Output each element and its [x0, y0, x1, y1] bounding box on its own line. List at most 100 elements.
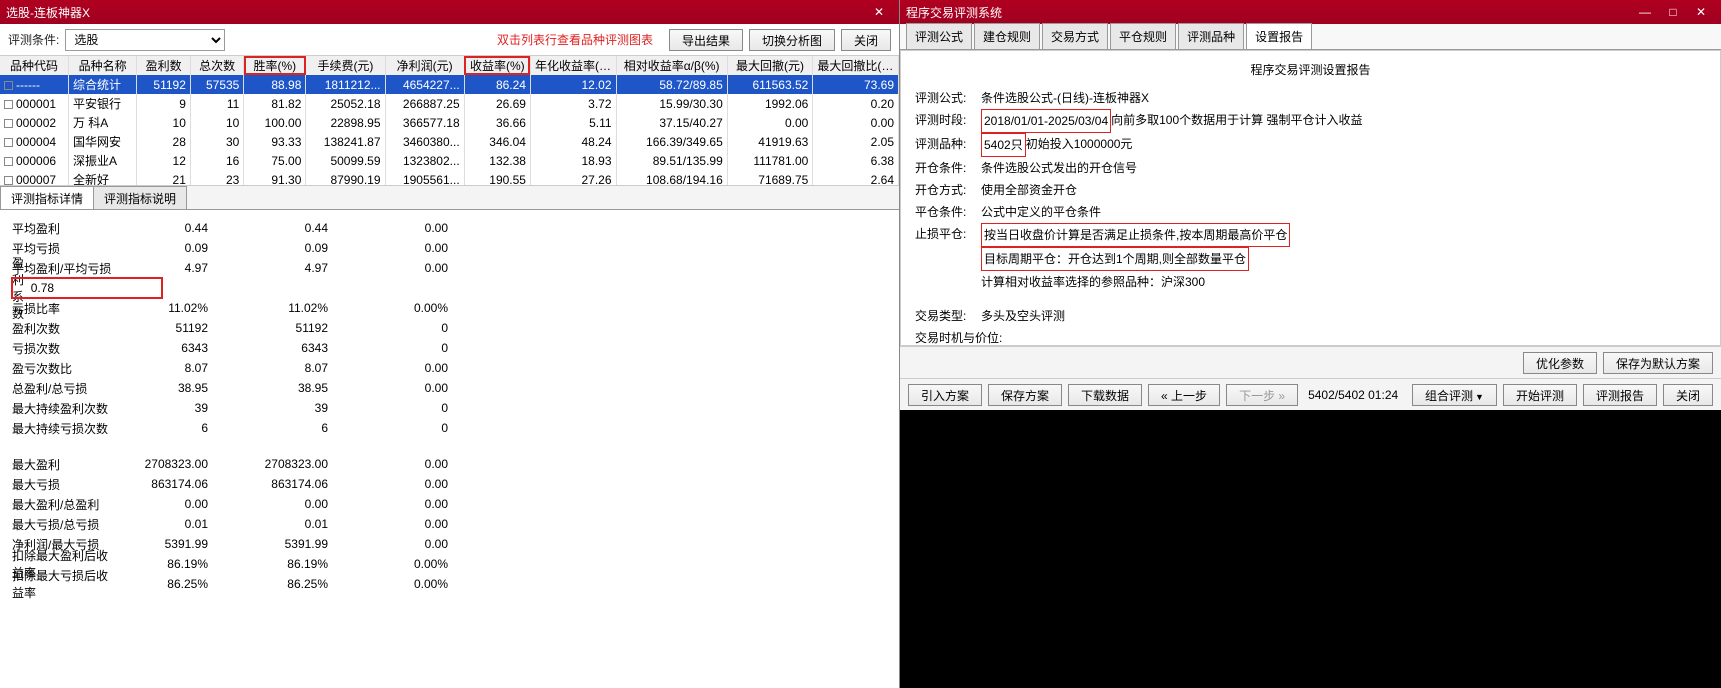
stock-col-0[interactable]: 品种代码: [0, 56, 68, 75]
left-toolbar: 评测条件: 选股 双击列表行查看品种评测图表 导出结果 切换分析图 关闭: [0, 24, 899, 56]
stock-col-3[interactable]: 总次数: [190, 56, 243, 75]
chevron-down-icon: ▼: [1475, 392, 1484, 402]
condition-label: 评测条件:: [8, 31, 59, 48]
stop-box-1: 按当日收盘价计算是否满足止损条件,按本周期最高价平仓: [981, 223, 1290, 247]
formula-label: 评测公式:: [915, 87, 981, 109]
switch-chart-button[interactable]: 切换分析图: [749, 29, 835, 51]
metrics-row: 最大盈利2708323.002708323.000.00: [12, 454, 887, 474]
stock-col-10[interactable]: 最大回撤(元): [727, 56, 813, 75]
report-tab-4[interactable]: 评测品种: [1178, 23, 1244, 49]
stock-col-8[interactable]: 年化收益率(%): [530, 56, 616, 75]
stock-col-9[interactable]: 相对收益率α/β(%): [616, 56, 727, 75]
close-cond-label: 平仓条件:: [915, 201, 981, 223]
export-button[interactable]: 导出结果: [669, 29, 743, 51]
save-default-button[interactable]: 保存为默认方案: [1603, 352, 1713, 374]
tab-metrics-desc[interactable]: 评测指标说明: [93, 186, 187, 209]
start-eval-button[interactable]: 开始评测: [1503, 384, 1577, 406]
right-close-icon[interactable]: ✕: [1687, 2, 1715, 22]
open-cond-value: 条件选股公式发出的开仓信号: [981, 157, 1137, 179]
metrics-row: 最大持续盈利次数39390: [12, 398, 887, 418]
metrics-row: 亏损比率11.02%11.02%0.00%: [12, 298, 887, 318]
metrics-row: 盈利系数0.78: [12, 278, 162, 298]
stock-col-11[interactable]: 最大回撤比(%): [813, 56, 899, 75]
metrics-row: 亏损次数634363430: [12, 338, 887, 358]
metrics-row: 最大盈利/总盈利0.000.000.00: [12, 494, 887, 514]
eval-report-button[interactable]: 评测报告: [1583, 384, 1657, 406]
left-window-title: 选股-连板神器X: [6, 4, 90, 21]
combo-eval-button[interactable]: 组合评测▼: [1412, 384, 1497, 406]
metrics-row: 盈利次数51192511920: [12, 318, 887, 338]
report-tab-1[interactable]: 建仓规则: [974, 23, 1040, 49]
metrics-row: 最大持续亏损次数660: [12, 418, 887, 438]
rel-value: 计算相对收益率选择的参照品种：沪深300: [981, 271, 1205, 293]
report-tab-0[interactable]: 评测公式: [906, 23, 972, 49]
metrics-row: 平均亏损0.090.090.00: [12, 238, 887, 258]
table-row[interactable]: 000004国华网安283093.33138241.873460380...34…: [0, 132, 899, 151]
tab-metrics-detail[interactable]: 评测指标详情: [0, 186, 94, 209]
stock-table-container: 品种代码品种名称盈利数总次数胜率(%)手续费(元)净利润(元)收益率(%)年化收…: [0, 56, 899, 186]
table-row[interactable]: 000007全新好212391.3087990.191905561...190.…: [0, 170, 899, 186]
left-close-icon[interactable]: ✕: [865, 2, 893, 22]
bottom-toolbar: 引入方案 保存方案 下载数据 « 上一步 下一步 » 5402/5402 01:…: [900, 378, 1721, 410]
progress-text: 5402/5402 01:24: [1308, 388, 1398, 402]
condition-select[interactable]: 选股: [65, 29, 225, 51]
report-actions-row: 优化参数 保存为默认方案: [900, 346, 1721, 378]
maximize-icon[interactable]: □: [1659, 2, 1687, 22]
metrics-row: 最大亏损863174.06863174.060.00: [12, 474, 887, 494]
variety-label: 评测品种:: [915, 133, 981, 157]
download-data-button[interactable]: 下载数据: [1068, 384, 1142, 406]
report-title: 程序交易评测设置报告: [915, 59, 1706, 81]
close-cond-value: 公式中定义的平仓条件: [981, 201, 1101, 223]
metrics-row: 扣除最大盈利后收益率86.19%86.19%0.00%: [12, 554, 887, 574]
metrics-row: 扣除最大亏损后收益率86.25%86.25%0.00%: [12, 574, 887, 594]
report-tab-3[interactable]: 平仓规则: [1110, 23, 1176, 49]
table-row[interactable]: 000002万 科A1010100.0022898.95366577.1836.…: [0, 113, 899, 132]
left-titlebar: 选股-连板神器X ✕: [0, 0, 899, 24]
metrics-row: 盈亏次数比8.078.070.00: [12, 358, 887, 378]
metrics-row: 最大亏损/总亏损0.010.010.00: [12, 514, 887, 534]
type-value: 多头及空头评测: [981, 305, 1065, 327]
optimize-button[interactable]: 优化参数: [1523, 352, 1597, 374]
table-row[interactable]: ------综合统计511925753588.981811212...46542…: [0, 75, 899, 94]
metrics-tabs: 评测指标详情 评测指标说明: [0, 186, 899, 210]
variety-box: 5402只: [981, 133, 1026, 157]
report-tabs: 评测公式建仓规则交易方式平仓规则评测品种设置报告: [900, 24, 1721, 50]
open-mode-value: 使用全部资金开仓: [981, 179, 1077, 201]
stock-col-5[interactable]: 手续费(元): [306, 56, 385, 75]
stock-col-7[interactable]: 收益率(%): [464, 56, 530, 75]
report-tab-2[interactable]: 交易方式: [1042, 23, 1108, 49]
stock-col-1[interactable]: 品种名称: [68, 56, 136, 75]
open-cond-label: 开仓条件:: [915, 157, 981, 179]
type-label: 交易类型:: [915, 305, 981, 327]
right-window-title: 程序交易评测系统: [906, 4, 1002, 21]
open-mode-label: 开仓方式:: [915, 179, 981, 201]
right-titlebar: 程序交易评测系统 — □ ✕: [900, 0, 1721, 24]
stop-label: 止损平仓:: [915, 223, 981, 247]
timing-label: 交易时机与价位:: [915, 327, 1002, 346]
minimize-icon[interactable]: —: [1631, 2, 1659, 22]
stock-table[interactable]: 品种代码品种名称盈利数总次数胜率(%)手续费(元)净利润(元)收益率(%)年化收…: [0, 56, 899, 186]
stock-col-4[interactable]: 胜率(%): [244, 56, 306, 75]
stop-box-2: 目标周期平仓：开仓达到1个周期,则全部数量平仓: [981, 247, 1249, 271]
period-box: 2018/01/01-2025/03/04: [981, 109, 1111, 133]
metrics-panel: 平均盈利0.440.440.00平均亏损0.090.090.00平均盈利/平均亏…: [0, 210, 899, 688]
save-plan-button[interactable]: 保存方案: [988, 384, 1062, 406]
metrics-row: 净利润/最大亏损5391.995391.990.00: [12, 534, 887, 554]
stock-col-6[interactable]: 净利润(元): [385, 56, 464, 75]
stock-col-2[interactable]: 盈利数: [137, 56, 190, 75]
metrics-row: 平均盈利/平均亏损4.974.970.00: [12, 258, 887, 278]
table-row[interactable]: 000001平安银行91181.8225052.18266887.2526.69…: [0, 94, 899, 113]
report-tab-5[interactable]: 设置报告: [1246, 23, 1312, 49]
import-plan-button[interactable]: 引入方案: [908, 384, 982, 406]
prev-step-button[interactable]: « 上一步: [1148, 384, 1220, 406]
close-button[interactable]: 关闭: [841, 29, 891, 51]
table-hint: 双击列表行查看品种评测图表: [497, 31, 653, 48]
bottom-close-button[interactable]: 关闭: [1663, 384, 1713, 406]
formula-value: 条件选股公式-(日线)-连板神器X: [981, 87, 1149, 109]
metrics-row: 总盈利/总亏损38.9538.950.00: [12, 378, 887, 398]
report-body: 程序交易评测设置报告 评测公式:条件选股公式-(日线)-连板神器X 评测时段:2…: [900, 50, 1721, 346]
dark-area: [900, 410, 1721, 688]
next-step-button: 下一步 »: [1226, 384, 1298, 406]
variety-after: 初始投入1000000元: [1026, 133, 1133, 157]
table-row[interactable]: 000006深振业A121675.0050099.591323802...132…: [0, 151, 899, 170]
